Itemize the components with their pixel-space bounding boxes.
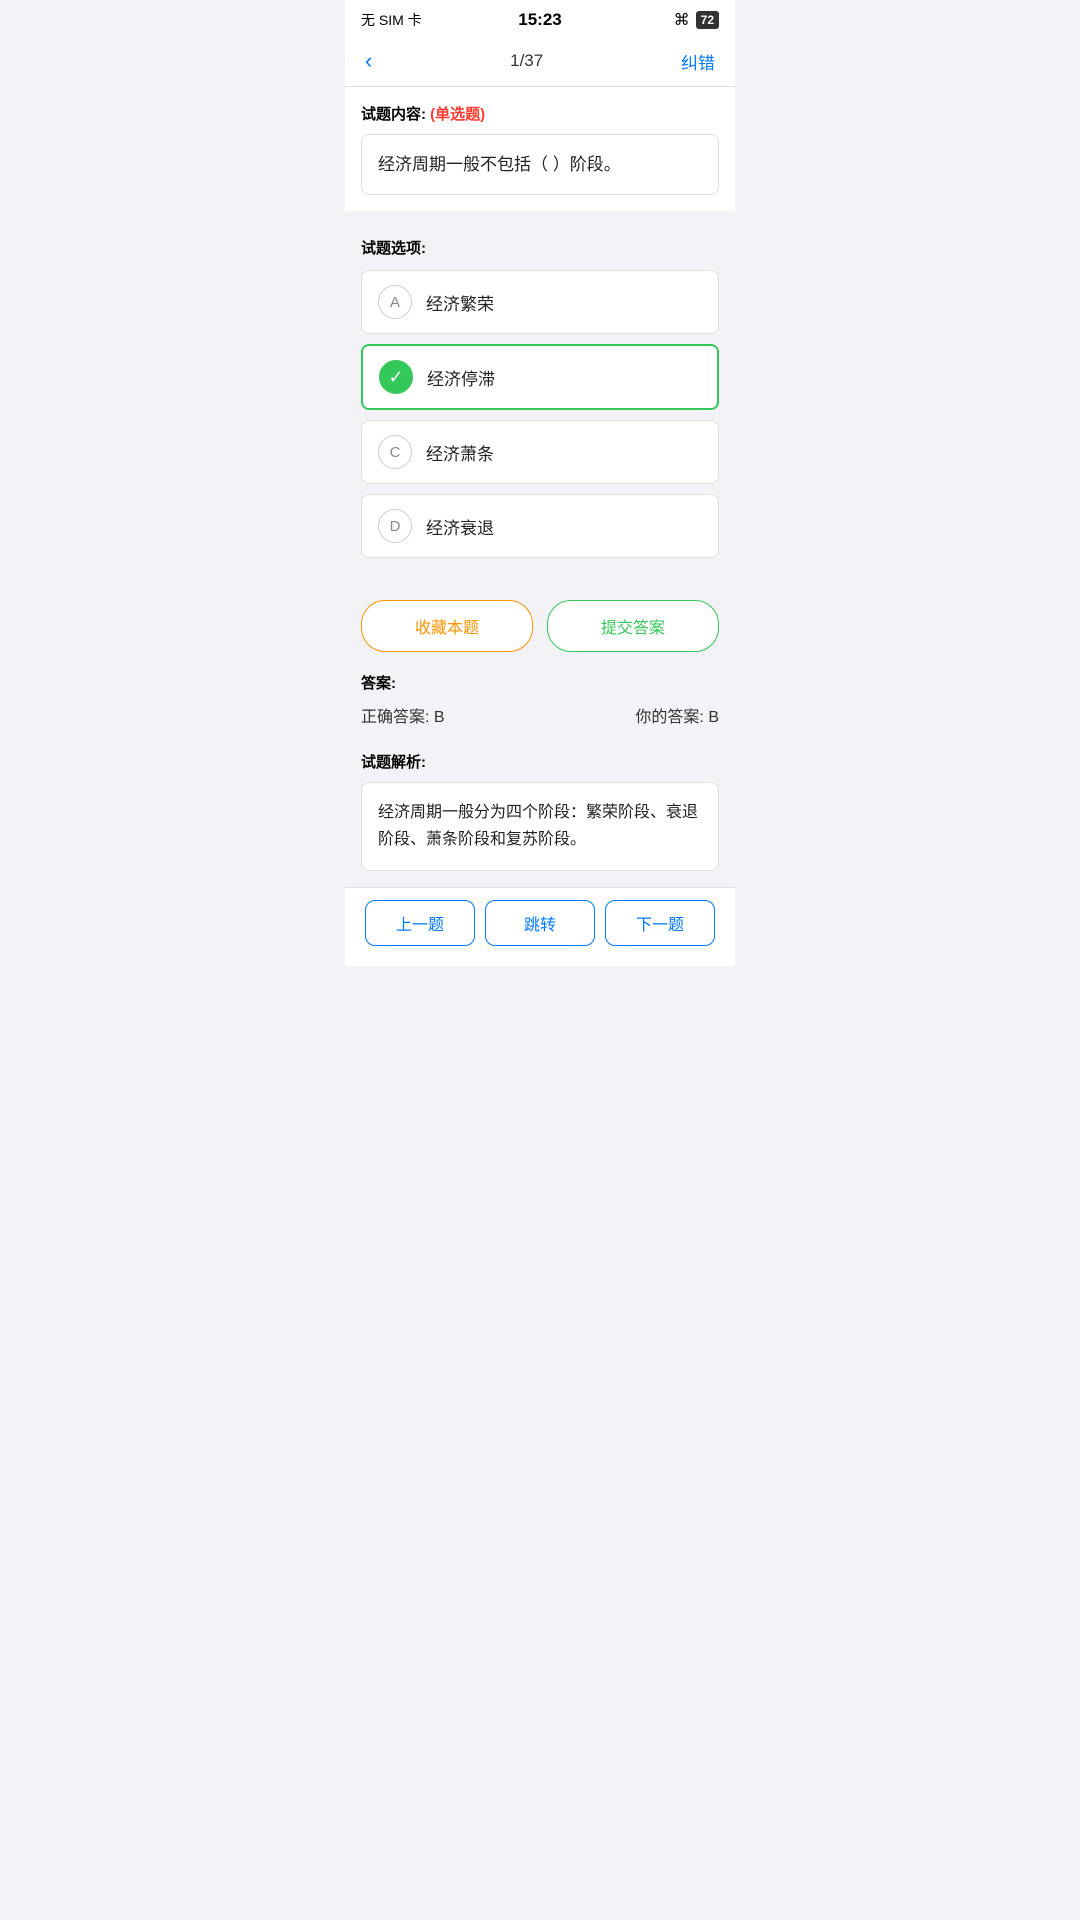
jump-button[interactable]: 跳转	[485, 900, 595, 946]
option-b[interactable]: ✓ 经济停滞	[361, 344, 719, 410]
bottom-bar: 上一题 跳转 下一题	[345, 887, 735, 966]
collect-button[interactable]: 收藏本题	[361, 600, 533, 652]
option-b-text: 经济停滞	[427, 365, 495, 390]
option-c[interactable]: C 经济萧条	[361, 420, 719, 484]
correct-answer: 正确答案: B	[361, 703, 445, 727]
answer-row: 正确答案: B 你的答案: B	[361, 703, 719, 727]
option-c-circle: C	[378, 435, 412, 469]
question-section: 试题内容: (单选题) 经济周期一般不包括（ ）阶段。	[345, 87, 735, 211]
question-type-badge: (单选题)	[430, 106, 485, 123]
sim-text: 无 SIM 卡	[361, 10, 422, 30]
your-answer: 你的答案: B	[635, 703, 719, 727]
question-section-label: 试题内容: (单选题)	[361, 103, 719, 124]
option-d[interactable]: D 经济衰退	[361, 494, 719, 558]
status-icons: ⌘ 72	[674, 10, 719, 30]
prev-question-button[interactable]: 上一题	[365, 900, 475, 946]
action-row: 收藏本题 提交答案	[345, 584, 735, 668]
next-question-button[interactable]: 下一题	[605, 900, 715, 946]
main-content: 试题内容: (单选题) 经济周期一般不包括（ ）阶段。 试题选项: A 经济繁荣…	[345, 87, 735, 887]
battery-indicator: 72	[696, 11, 719, 29]
option-a-text: 经济繁荣	[426, 290, 494, 315]
question-text: 经济周期一般不包括（ ）阶段。	[361, 134, 719, 195]
time-display: 15:23	[518, 10, 561, 30]
option-d-circle: D	[378, 509, 412, 543]
answer-section: 答案: 正确答案: B 你的答案: B	[345, 668, 735, 741]
analysis-text: 经济周期一般分为四个阶段：繁荣阶段、衰退阶段、萧条阶段和复苏阶段。	[361, 782, 719, 870]
option-b-circle: ✓	[379, 360, 413, 394]
option-a[interactable]: A 经济繁荣	[361, 270, 719, 334]
answer-label: 答案:	[361, 672, 719, 693]
options-label: 试题选项:	[361, 237, 719, 258]
nav-bar: ‹ 1/37 纠错	[345, 36, 735, 87]
status-bar: 无 SIM 卡 15:23 ⌘ 72	[345, 0, 735, 36]
back-button[interactable]: ‹	[365, 48, 372, 74]
analysis-section: 试题解析: 经济周期一般分为四个阶段：繁荣阶段、衰退阶段、萧条阶段和复苏阶段。	[345, 741, 735, 886]
submit-button[interactable]: 提交答案	[547, 600, 719, 652]
wifi-icon: ⌘	[674, 10, 690, 30]
progress-indicator: 1/37	[510, 51, 543, 71]
error-correction-button[interactable]: 纠错	[681, 49, 715, 74]
option-c-text: 经济萧条	[426, 440, 494, 465]
option-a-circle: A	[378, 285, 412, 319]
analysis-label: 试题解析:	[361, 751, 719, 772]
option-d-text: 经济衰退	[426, 514, 494, 539]
options-section: 试题选项: A 经济繁荣 ✓ 经济停滞 C 经济萧条 D 经济衰退	[345, 221, 735, 584]
